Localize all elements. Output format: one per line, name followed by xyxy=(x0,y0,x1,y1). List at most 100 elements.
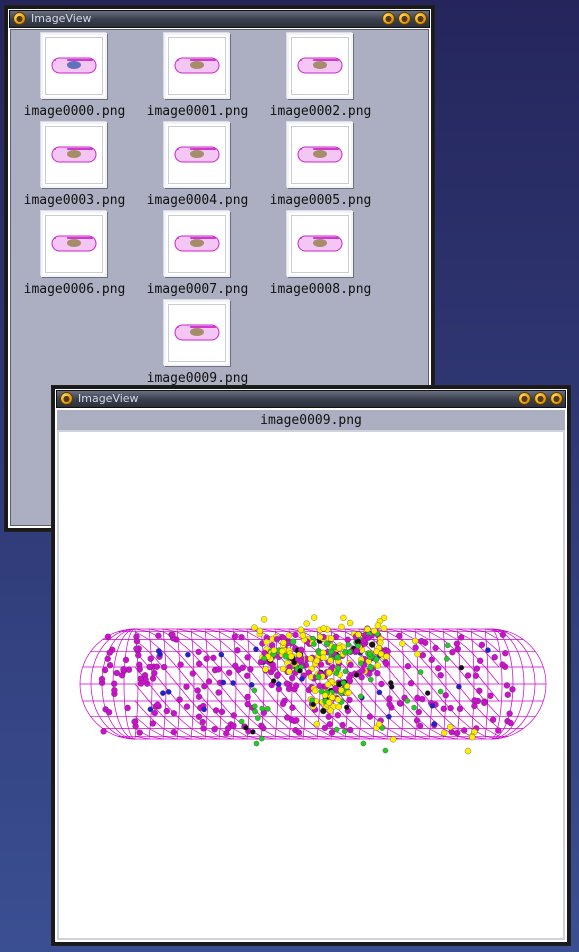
particle xyxy=(270,665,277,673)
gallery-titlebar[interactable]: ● ImageView ● ● ● xyxy=(9,10,430,28)
particle xyxy=(310,701,316,708)
particle xyxy=(106,662,114,669)
particle xyxy=(136,666,143,673)
close-icon[interactable]: ● xyxy=(550,392,563,405)
image-thumbnail[interactable] xyxy=(164,122,230,188)
particle xyxy=(183,703,191,710)
particle xyxy=(195,713,203,720)
thumbnail-label[interactable]: image0000.png xyxy=(13,104,136,119)
particle xyxy=(274,671,281,678)
thumbnail-label[interactable]: image0006.png xyxy=(13,282,136,297)
close-icon[interactable]: ● xyxy=(414,12,427,25)
thumbnail-preview xyxy=(168,126,226,184)
image-thumbnail[interactable] xyxy=(41,122,107,188)
particle xyxy=(218,651,225,658)
particle xyxy=(297,626,305,633)
particle xyxy=(303,620,310,627)
window-menu-icon[interactable]: ● xyxy=(13,12,26,25)
image-thumbnail[interactable] xyxy=(287,211,353,277)
maximize-icon[interactable]: ● xyxy=(398,12,411,25)
particle xyxy=(495,727,502,734)
particle xyxy=(388,680,394,686)
particle xyxy=(113,669,120,677)
image-thumbnail[interactable] xyxy=(41,33,107,99)
particle xyxy=(338,623,345,631)
particle xyxy=(185,651,191,658)
particle xyxy=(311,687,319,694)
particle xyxy=(333,670,340,676)
thumbnail-label[interactable]: image0007.png xyxy=(136,282,259,297)
particle xyxy=(425,690,431,696)
particle xyxy=(326,721,333,728)
particle xyxy=(105,709,113,716)
thumbnail-label[interactable]: image0008.png xyxy=(259,282,382,297)
particle xyxy=(313,720,320,728)
particle xyxy=(295,729,303,736)
particle xyxy=(282,653,289,660)
particle xyxy=(243,725,249,731)
thumbnail-label[interactable]: image0009.png xyxy=(136,371,259,386)
particle xyxy=(251,687,258,694)
particle xyxy=(412,637,419,645)
image-thumbnail[interactable] xyxy=(164,300,230,366)
particle xyxy=(154,701,161,708)
particle xyxy=(291,660,297,666)
particle xyxy=(316,633,324,641)
particle xyxy=(252,703,258,710)
image-thumbnail[interactable] xyxy=(287,33,353,99)
thumbnail-label[interactable]: image0004.png xyxy=(136,193,259,208)
particle xyxy=(444,656,450,662)
particle xyxy=(499,631,507,638)
maximize-icon[interactable]: ● xyxy=(534,392,547,405)
particle xyxy=(472,672,480,679)
particle xyxy=(133,638,141,645)
particle xyxy=(411,704,417,711)
particle xyxy=(346,677,354,685)
particle xyxy=(288,653,295,660)
particle xyxy=(358,674,365,681)
particle xyxy=(376,689,383,696)
particle xyxy=(251,624,258,631)
thumbnail-label[interactable]: image0005.png xyxy=(259,193,382,208)
particle xyxy=(271,678,277,684)
image-thumbnail[interactable] xyxy=(287,122,353,188)
image-canvas[interactable] xyxy=(57,430,565,940)
thumbnail-label[interactable]: image0001.png xyxy=(136,104,259,119)
image-thumbnail[interactable] xyxy=(164,33,230,99)
minimize-icon[interactable]: ● xyxy=(518,392,531,405)
particle xyxy=(431,721,437,727)
particle xyxy=(189,670,196,677)
particle xyxy=(428,656,435,663)
particle xyxy=(258,735,265,742)
window-menu-icon[interactable]: ● xyxy=(60,392,73,405)
image-thumbnail[interactable] xyxy=(164,211,230,277)
particle xyxy=(220,679,227,686)
particle xyxy=(203,655,210,662)
particle xyxy=(232,662,239,669)
particle xyxy=(151,669,158,677)
particle xyxy=(244,654,251,661)
image-thumbnail[interactable] xyxy=(41,211,107,277)
particle xyxy=(285,685,293,693)
particle xyxy=(390,736,397,743)
particle xyxy=(449,649,456,656)
particle xyxy=(195,648,202,656)
thumbnail-label[interactable]: image0002.png xyxy=(259,104,382,119)
particle xyxy=(507,719,514,727)
viewer-titlebar[interactable]: ● ImageView ● ● ● xyxy=(56,390,566,408)
particle xyxy=(435,665,442,672)
particle xyxy=(396,632,403,640)
minimize-icon[interactable]: ● xyxy=(382,12,395,25)
particle xyxy=(163,707,170,715)
particle xyxy=(340,614,347,622)
particle xyxy=(318,688,325,695)
particle xyxy=(487,692,494,699)
particle xyxy=(299,632,307,639)
particle xyxy=(444,642,451,649)
image-filename: image0009.png xyxy=(57,410,565,430)
particle xyxy=(346,619,354,627)
particle xyxy=(137,680,145,687)
particle xyxy=(471,697,478,704)
particle xyxy=(324,681,332,688)
thumbnail-label[interactable]: image0003.png xyxy=(13,193,136,208)
